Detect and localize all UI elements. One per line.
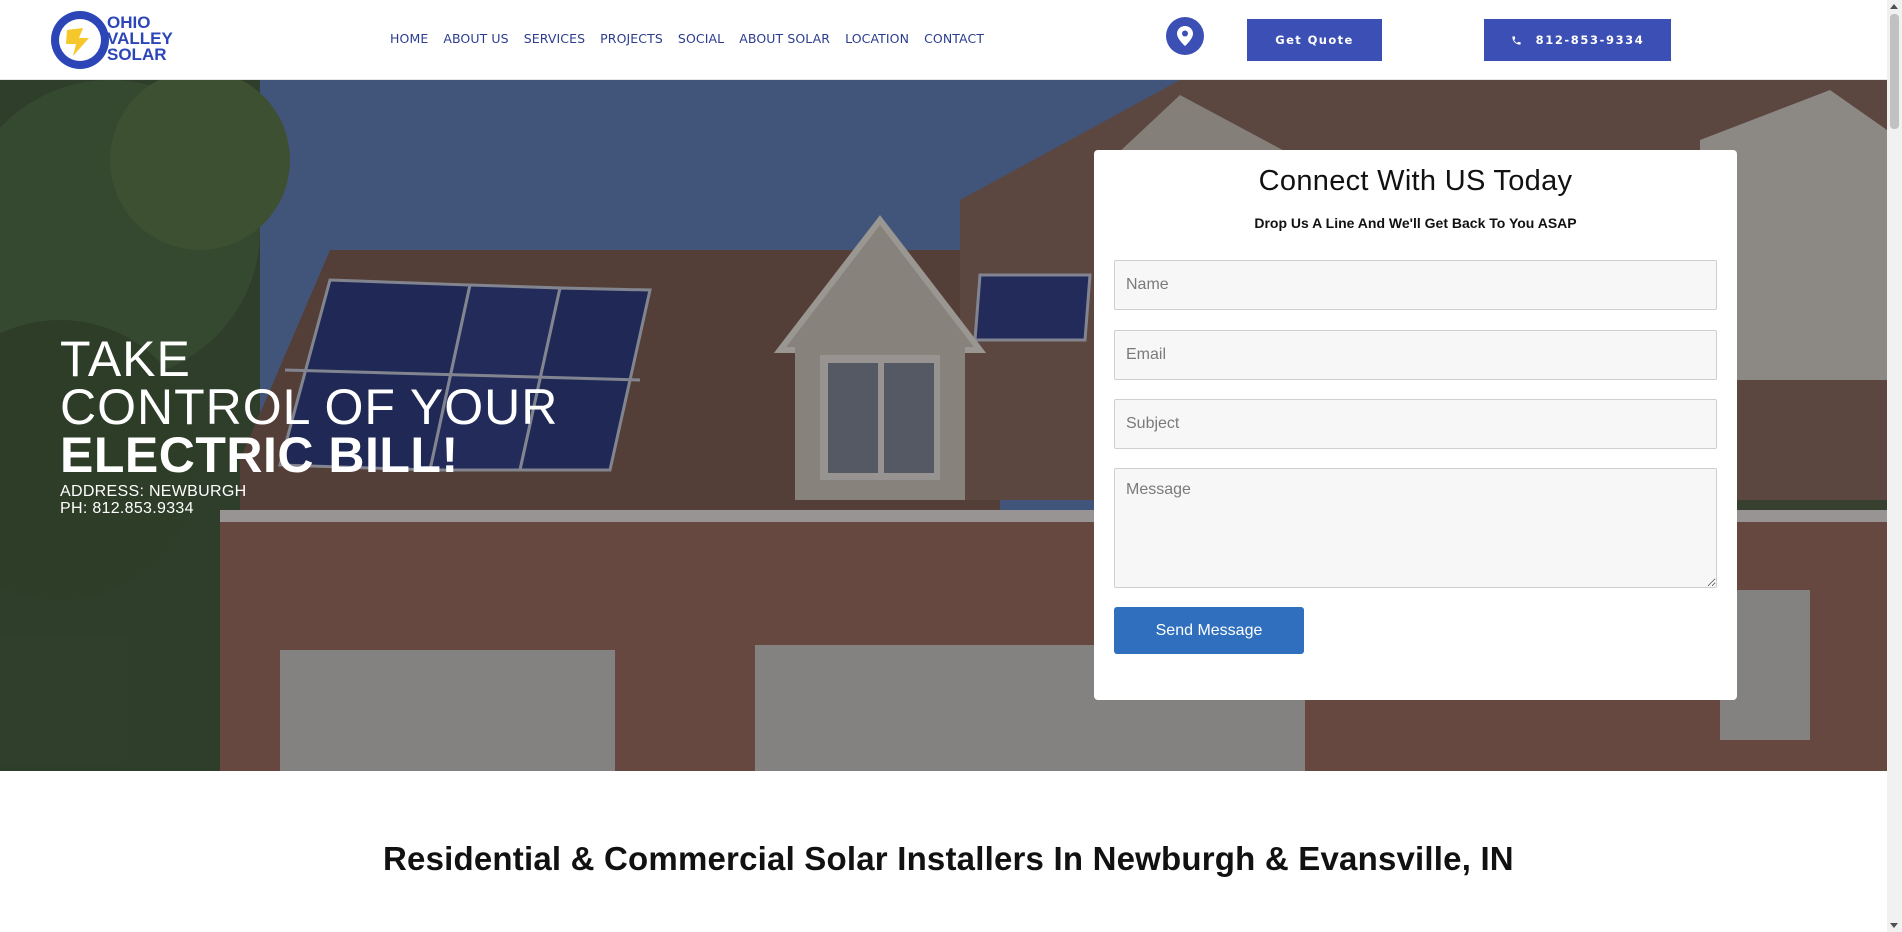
- hero-address: ADDRESS: NEWBURGH: [60, 483, 247, 500]
- nav-social[interactable]: SOCIAL: [678, 31, 724, 46]
- scroll-up-arrow-icon[interactable]: [1890, 4, 1898, 9]
- hero-section: TAKE CONTROL OF YOUR ELECTRIC BILL! ADDR…: [0, 80, 1887, 771]
- phone-label: 812-853-9334: [1535, 33, 1645, 47]
- phone-icon: [1511, 35, 1521, 45]
- nav-location[interactable]: LOCATION: [845, 31, 909, 46]
- svg-text:SOLAR: SOLAR: [107, 45, 167, 64]
- section-heading: Residential & Commercial Solar Installer…: [383, 840, 1514, 877]
- scrollbar-thumb[interactable]: [1890, 14, 1899, 129]
- name-input[interactable]: [1114, 260, 1717, 310]
- send-message-button[interactable]: Send Message: [1114, 607, 1304, 654]
- map-pin-icon: [1177, 26, 1193, 46]
- form-subtitle: Drop Us A Line And We'll Get Back To You…: [1254, 215, 1577, 231]
- hero-line-3: ELECTRIC BILL!: [60, 427, 459, 483]
- form-title: Connect With US Today: [1258, 165, 1573, 197]
- location-button[interactable]: [1166, 17, 1204, 55]
- page-scrollbar[interactable]: [1887, 0, 1902, 932]
- nav-about-solar[interactable]: ABOUT SOLAR: [739, 31, 830, 46]
- nav-contact[interactable]: CONTACT: [924, 31, 984, 46]
- nav-home[interactable]: HOME: [390, 31, 428, 46]
- site-header: OHIO VALLEY SOLAR HOME ABOUT US SERVICES…: [0, 0, 1887, 80]
- hero-headline-block: TAKE CONTROL OF YOUR ELECTRIC BILL! ADDR…: [60, 331, 559, 517]
- scroll-down-arrow-icon[interactable]: [1890, 923, 1898, 928]
- get-quote-button[interactable]: Get Quote: [1247, 19, 1382, 61]
- email-input[interactable]: [1114, 330, 1717, 380]
- hero-line-1: TAKE: [60, 331, 191, 387]
- phone-button[interactable]: 812-853-9334: [1484, 19, 1671, 61]
- nav-projects[interactable]: PROJECTS: [600, 31, 663, 46]
- nav-about-us[interactable]: ABOUT US: [443, 31, 508, 46]
- subject-input[interactable]: [1114, 399, 1717, 449]
- contact-form-card: Connect With US Today Drop Us A Line And…: [1094, 150, 1737, 700]
- hero-line-2: CONTROL OF YOUR: [60, 379, 559, 435]
- hero-phone: PH: 812.853.9334: [60, 500, 194, 517]
- message-textarea[interactable]: [1114, 468, 1717, 588]
- ohio-valley-solar-logo[interactable]: OHIO VALLEY SOLAR: [49, 8, 173, 72]
- main-nav: HOME ABOUT US SERVICES PROJECTS SOCIAL A…: [390, 31, 999, 46]
- nav-services[interactable]: SERVICES: [524, 31, 585, 46]
